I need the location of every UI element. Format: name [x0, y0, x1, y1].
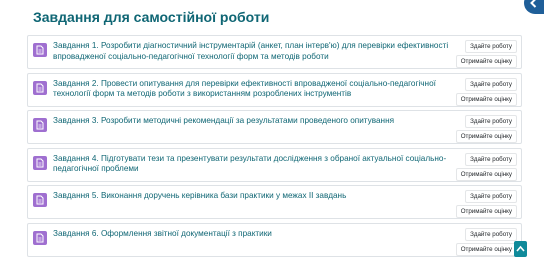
grade-status-badge[interactable]: Отримайте оцінку: [455, 55, 517, 68]
grade-status-badge[interactable]: Отримайте оцінку: [455, 242, 517, 256]
task-item: Завдання 1. Розробити діагностичний інст…: [27, 35, 522, 69]
task-link[interactable]: Завдання 4. Підготувати тези та презенту…: [53, 154, 459, 175]
task-link[interactable]: Завдання 1. Розробити діагностичний інст…: [53, 41, 459, 62]
assignment-icon: [33, 193, 47, 208]
grade-status-badge[interactable]: Отримайте оцінку: [455, 130, 517, 144]
submit-status-badge[interactable]: Здайте роботу: [465, 190, 517, 204]
grade-status-badge[interactable]: Отримайте оцінку: [455, 205, 517, 219]
assignment-icon: [33, 80, 47, 95]
assignment-icon: [33, 118, 47, 133]
task-item: Завдання 2. Провести опитування для пере…: [27, 72, 522, 107]
task-item: Завдання 6. Оформлення звітної документа…: [27, 222, 522, 257]
task-link[interactable]: Завдання 2. Провести опитування для пере…: [53, 79, 459, 100]
task-link[interactable]: Завдання 5. Виконання доручень керівника…: [53, 191, 459, 202]
assignment-icon: [33, 43, 47, 57]
assignment-icon: [33, 155, 47, 170]
submit-status-badge[interactable]: Здайте роботу: [465, 227, 517, 241]
task-link[interactable]: Завдання 3. Розробити методичні рекоменд…: [53, 116, 459, 127]
task-item: Завдання 4. Підготувати тези та презенту…: [27, 147, 522, 182]
grade-status-badge[interactable]: Отримайте оцінку: [455, 167, 517, 181]
task-link[interactable]: Завдання 6. Оформлення звітної документа…: [53, 229, 459, 240]
assignment-icon: [33, 230, 47, 245]
chevron-up-icon: [516, 245, 525, 252]
submit-status-badge[interactable]: Здайте роботу: [465, 152, 517, 166]
task-item: Завдання 5. Виконання доручень керівника…: [27, 185, 522, 220]
task-item: Завдання 3. Розробити методичні рекоменд…: [27, 110, 522, 145]
submit-status-badge[interactable]: Здайте роботу: [465, 40, 517, 53]
grade-status-badge[interactable]: Отримайте оцінку: [455, 92, 517, 106]
submit-status-badge[interactable]: Здайте роботу: [465, 77, 517, 91]
drawer-collapse-button[interactable]: [524, 0, 544, 14]
scroll-to-top-button[interactable]: [514, 241, 527, 257]
task-list: Завдання 1. Розробити діагностичний інст…: [27, 35, 522, 261]
section-title: Завдання для самостійної роботи: [33, 9, 270, 25]
chevron-left-icon: [530, 0, 537, 8]
submit-status-badge[interactable]: Здайте роботу: [465, 115, 517, 129]
